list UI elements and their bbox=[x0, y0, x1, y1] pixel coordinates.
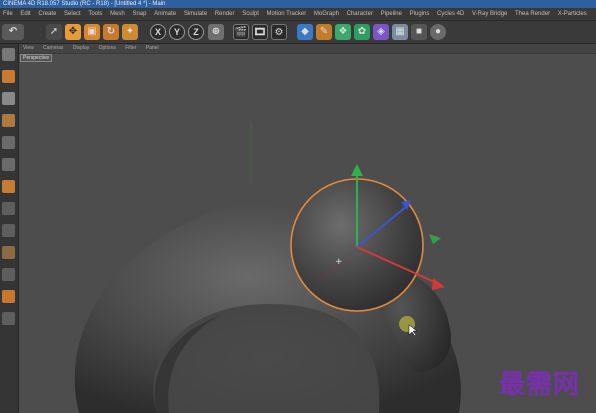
cube-object-icon[interactable]: ◆ bbox=[297, 24, 313, 40]
coordinate-system-icon[interactable]: ⊕ bbox=[208, 24, 224, 40]
enable-axis-icon[interactable] bbox=[2, 202, 15, 215]
recent-tool-icon[interactable]: ✦ bbox=[122, 24, 138, 40]
menu-file[interactable]: File bbox=[0, 8, 16, 20]
scale-tool-icon[interactable]: ▣ bbox=[84, 24, 100, 40]
menu-sculpt[interactable]: Sculpt bbox=[239, 8, 262, 20]
z-axis-lock-button[interactable]: Z bbox=[188, 24, 204, 40]
menu-motion-tracker[interactable]: Motion Tracker bbox=[264, 8, 310, 20]
menu-mesh[interactable]: Mesh bbox=[107, 8, 128, 20]
viewport-menu-filter[interactable]: Filter bbox=[121, 44, 140, 53]
viewport-menu-cameras[interactable]: Cameras bbox=[39, 44, 67, 53]
gizmo-x-arrow-icon[interactable] bbox=[432, 278, 445, 290]
viewport-menu-view[interactable]: View bbox=[19, 44, 38, 53]
polygons-mode-icon[interactable] bbox=[2, 180, 15, 193]
menu-thea-render[interactable]: Thea Render bbox=[512, 8, 553, 20]
viewport-menu-panel[interactable]: Panel bbox=[142, 44, 163, 53]
menu-render[interactable]: Render bbox=[212, 8, 238, 20]
edges-mode-icon[interactable] bbox=[2, 158, 15, 171]
deformer-icon[interactable]: ◈ bbox=[373, 24, 389, 40]
menu-plugins[interactable]: Plugins bbox=[407, 8, 433, 20]
move-tool-icon[interactable]: ✥ bbox=[65, 24, 81, 40]
lock-workplane-icon[interactable] bbox=[2, 290, 15, 303]
viewport-menubar: View Cameras Display Options Filter Pane… bbox=[19, 44, 596, 54]
svg-text:+: + bbox=[335, 257, 343, 267]
texture-mode-icon[interactable] bbox=[2, 92, 15, 105]
menu-select[interactable]: Select bbox=[61, 8, 84, 20]
render-picture-viewer-icon[interactable]: 🎞 bbox=[252, 24, 268, 40]
rotate-tool-icon[interactable]: ↻ bbox=[103, 24, 119, 40]
watermark-logo: 最需网 bbox=[498, 370, 580, 400]
menu-simulate[interactable]: Simulate bbox=[181, 8, 210, 20]
scene-floor-icon[interactable]: ▦ bbox=[392, 24, 408, 40]
light-bulb-icon[interactable]: ● bbox=[430, 24, 446, 40]
perspective-viewport[interactable]: Perspective + 最需网 bbox=[19, 54, 596, 413]
main-menubar: File Edit Create Select Tools Mesh Snap … bbox=[0, 8, 596, 21]
snap-icon[interactable] bbox=[2, 268, 15, 281]
array-icon[interactable]: ✿ bbox=[354, 24, 370, 40]
workplane-mode-icon[interactable] bbox=[2, 114, 15, 127]
menu-character[interactable]: Character bbox=[344, 8, 376, 20]
viewport-solo-icon[interactable] bbox=[2, 246, 15, 259]
menu-cycles-4d[interactable]: Cycles 4D bbox=[434, 8, 467, 20]
left-toolbar bbox=[0, 44, 19, 413]
menu-create[interactable]: Create bbox=[35, 8, 59, 20]
undo-icon[interactable]: ↶ bbox=[2, 24, 24, 40]
window-titlebar: CINEMA 4D R18.057 Studio (RC - R18) - [U… bbox=[0, 0, 596, 8]
tweak-mode-icon[interactable] bbox=[2, 224, 15, 237]
menu-pipeline[interactable]: Pipeline bbox=[378, 8, 405, 20]
planar-workplane-icon[interactable] bbox=[2, 312, 15, 325]
main-toolbar: ↶ ➚ ✥ ▣ ↻ ✦ X Y Z ⊕ 🎬 🎞 ⚙ ◆ ✎ ❖ ✿ ◈ ▦ ■ … bbox=[0, 21, 596, 44]
menu-vray-bridge[interactable]: V-Ray Bridge bbox=[469, 8, 510, 20]
viewport-menu-options[interactable]: Options bbox=[95, 44, 120, 53]
menu-tools[interactable]: Tools bbox=[85, 8, 105, 20]
menu-snap[interactable]: Snap bbox=[129, 8, 149, 20]
gizmo-y-arrow-icon[interactable] bbox=[351, 164, 363, 176]
points-mode-icon[interactable] bbox=[2, 136, 15, 149]
camera-icon[interactable]: ■ bbox=[411, 24, 427, 40]
render-settings-icon[interactable]: ⚙ bbox=[271, 24, 287, 40]
scene-canvas[interactable]: + bbox=[19, 54, 596, 413]
window-title: CINEMA 4D R18.057 Studio (RC - R18) - [U… bbox=[3, 1, 166, 7]
model-mode-icon[interactable] bbox=[2, 70, 15, 83]
subdivision-surface-icon[interactable]: ❖ bbox=[335, 24, 351, 40]
pen-spline-icon[interactable]: ✎ bbox=[316, 24, 332, 40]
viewport-menu-display[interactable]: Display bbox=[69, 44, 93, 53]
x-axis-lock-button[interactable]: X bbox=[150, 24, 166, 40]
render-view-icon[interactable]: 🎬 bbox=[233, 24, 249, 40]
menu-x-particles[interactable]: X-Particles bbox=[555, 8, 590, 20]
y-axis-lock-button[interactable]: Y bbox=[169, 24, 185, 40]
menu-mograph[interactable]: MoGraph bbox=[311, 8, 342, 20]
gizmo-plane-handle-icon[interactable] bbox=[429, 234, 441, 244]
menu-animate[interactable]: Animate bbox=[151, 8, 179, 20]
menu-edit[interactable]: Edit bbox=[17, 8, 33, 20]
selection-icon[interactable]: ➚ bbox=[46, 24, 62, 40]
make-editable-icon[interactable] bbox=[2, 48, 15, 61]
